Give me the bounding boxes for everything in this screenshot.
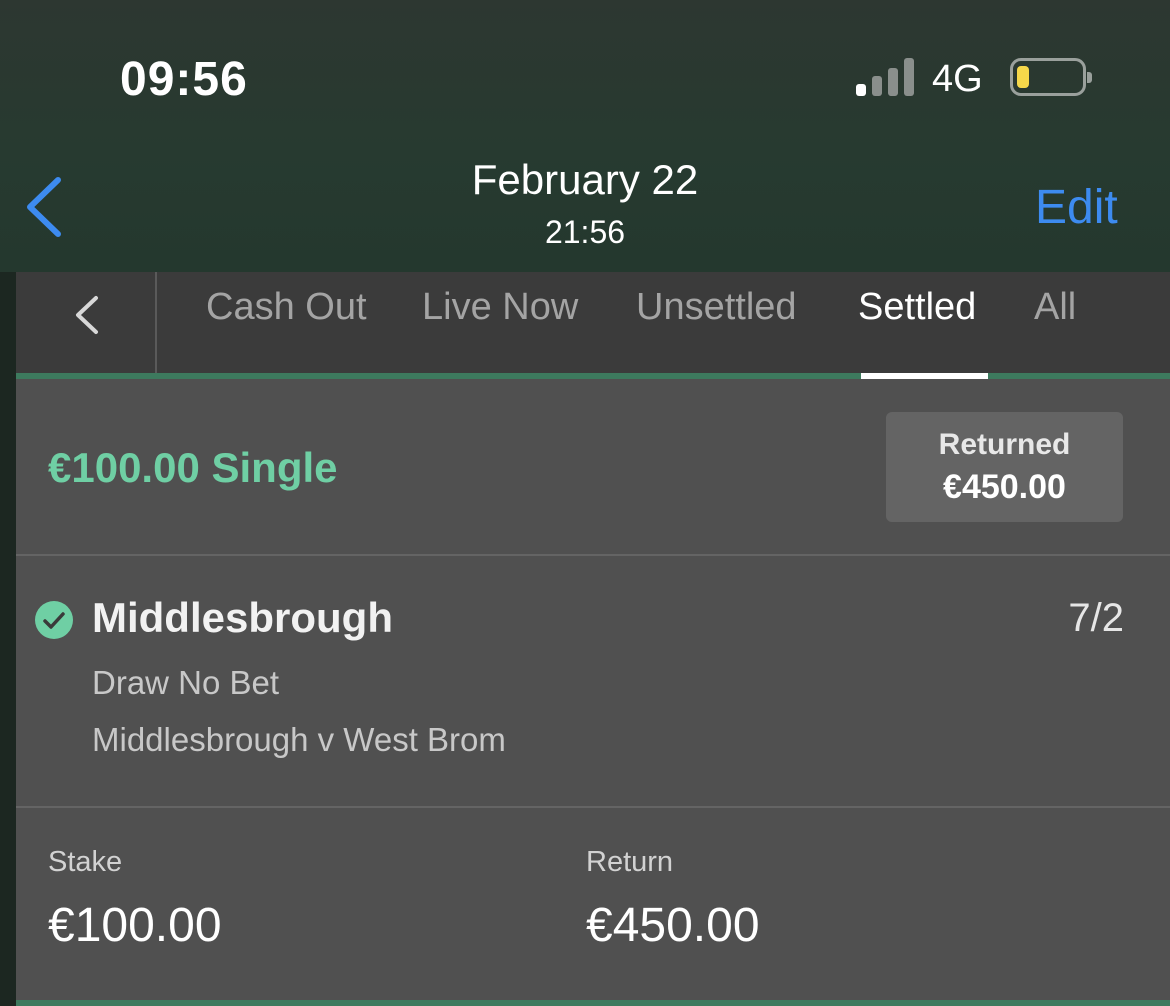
- section-divider: [16, 806, 1170, 808]
- selection-name: Middlesbrough: [92, 594, 393, 641]
- bet-filter-tabs: Cash Out Live Now Unsettled Settled All: [16, 272, 1170, 374]
- returned-label: Returned: [938, 428, 1071, 461]
- status-bar-time: 09:56: [120, 53, 248, 106]
- stake-value: €100.00: [48, 899, 222, 952]
- returned-badge: Returned €450.00: [886, 412, 1123, 522]
- photo-viewer-header: 09:56 4G February 22 21:56 Edit: [0, 0, 1170, 272]
- tab-cash-out[interactable]: Cash Out: [206, 286, 367, 330]
- chevron-left-icon: [76, 296, 98, 334]
- photo-time: 21:56: [544, 214, 626, 250]
- battery-icon: [1010, 58, 1092, 96]
- network-type: 4G: [932, 58, 983, 100]
- tab-live-now[interactable]: Live Now: [422, 286, 578, 330]
- return-label: Return: [586, 846, 674, 878]
- bet-title: €100.00 Single: [48, 444, 338, 491]
- back-chevron-icon[interactable]: [22, 176, 68, 238]
- photo-date: February 22: [471, 156, 699, 203]
- event-name: Middlesbrough v West Brom: [92, 721, 506, 758]
- tab-divider: [16, 373, 1170, 379]
- tab-unsettled[interactable]: Unsettled: [636, 286, 797, 330]
- edit-button[interactable]: Edit: [1035, 180, 1118, 235]
- tab-all[interactable]: All: [1034, 286, 1076, 330]
- bet-history-panel: Cash Out Live Now Unsettled Settled All …: [16, 272, 1170, 1006]
- stake-label: Stake: [48, 846, 123, 878]
- section-divider: [16, 554, 1170, 556]
- market-name: Draw No Bet: [92, 664, 280, 701]
- tab-settled[interactable]: Settled: [858, 286, 976, 330]
- active-tab-indicator: [861, 373, 988, 379]
- returned-value: €450.00: [943, 468, 1066, 506]
- selection-odds: 7/2: [1068, 596, 1124, 640]
- return-value: €450.00: [586, 899, 760, 952]
- tab-back-button[interactable]: [16, 272, 157, 374]
- bet-card-bottom-border: [16, 1000, 1170, 1006]
- check-circle-icon: [35, 601, 73, 639]
- signal-strength-icon: [856, 58, 916, 96]
